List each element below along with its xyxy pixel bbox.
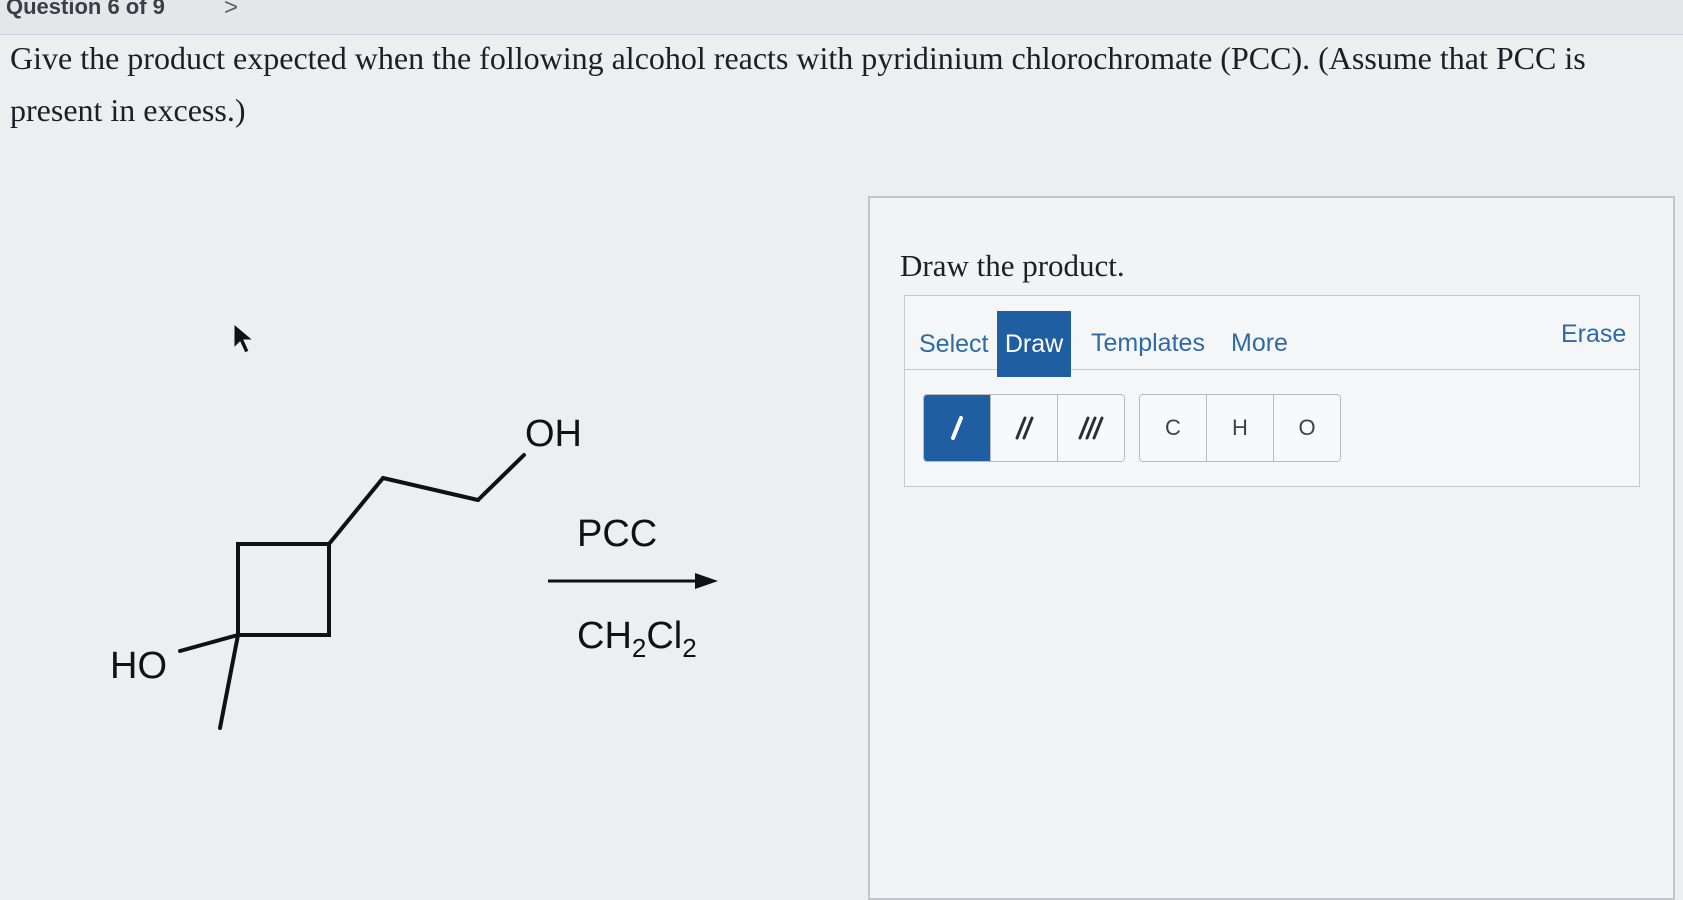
panel-title: Draw the product. bbox=[900, 248, 1125, 283]
tab-templates[interactable]: Templates bbox=[1085, 310, 1211, 376]
reactant-structure bbox=[178, 453, 526, 730]
mouse-pointer-icon bbox=[233, 322, 255, 354]
prompt-line-2: present in excess.) bbox=[10, 92, 246, 128]
reagent-pcc: PCC bbox=[577, 513, 657, 555]
prompt-line-1: Give the product expected when the follo… bbox=[10, 40, 1586, 76]
editor-tab-bar: Select Draw Templates More Erase bbox=[905, 296, 1639, 377]
single-bond-button[interactable] bbox=[924, 395, 991, 461]
oh-label: OH bbox=[525, 413, 582, 455]
solvent-subscript-1: 2 bbox=[632, 633, 646, 663]
atom-tool-group: C H O bbox=[1139, 394, 1341, 462]
atom-oxygen-button[interactable]: O bbox=[1274, 395, 1340, 461]
single-bond-icon bbox=[951, 416, 963, 440]
bond-tool-group bbox=[923, 394, 1125, 462]
tab-select[interactable]: Select bbox=[913, 311, 994, 377]
tab-more[interactable]: More bbox=[1225, 310, 1294, 376]
solvent-subscript-2: 2 bbox=[682, 633, 696, 663]
top-bar: Question 6 of 9 > bbox=[0, 0, 1683, 35]
tab-draw[interactable]: Draw bbox=[997, 311, 1071, 377]
reaction-arrow bbox=[548, 573, 718, 589]
solvent-part-2: Cl bbox=[646, 615, 682, 657]
atom-carbon-button[interactable]: C bbox=[1140, 395, 1207, 461]
atom-hydrogen-button[interactable]: H bbox=[1207, 395, 1274, 461]
double-bond-icon bbox=[1015, 416, 1034, 440]
triple-bond-icon bbox=[1078, 416, 1104, 440]
reagent-solvent: CH2Cl2 bbox=[577, 615, 697, 663]
triple-bond-button[interactable] bbox=[1058, 395, 1124, 461]
structure-editor[interactable]: Select Draw Templates More Erase C H O bbox=[904, 295, 1640, 487]
next-question-chevron-icon[interactable]: > bbox=[224, 0, 238, 22]
question-prompt: Give the product expected when the follo… bbox=[10, 32, 1630, 136]
question-indicator[interactable]: Question 6 of 9 bbox=[6, 0, 165, 20]
erase-button[interactable]: Erase bbox=[1555, 301, 1632, 367]
ho-label: HO bbox=[110, 645, 167, 687]
reaction-scheme: OH HO PCC CH2Cl2 bbox=[110, 413, 718, 730]
solvent-part-1: CH bbox=[577, 615, 632, 657]
double-bond-button[interactable] bbox=[991, 395, 1058, 461]
